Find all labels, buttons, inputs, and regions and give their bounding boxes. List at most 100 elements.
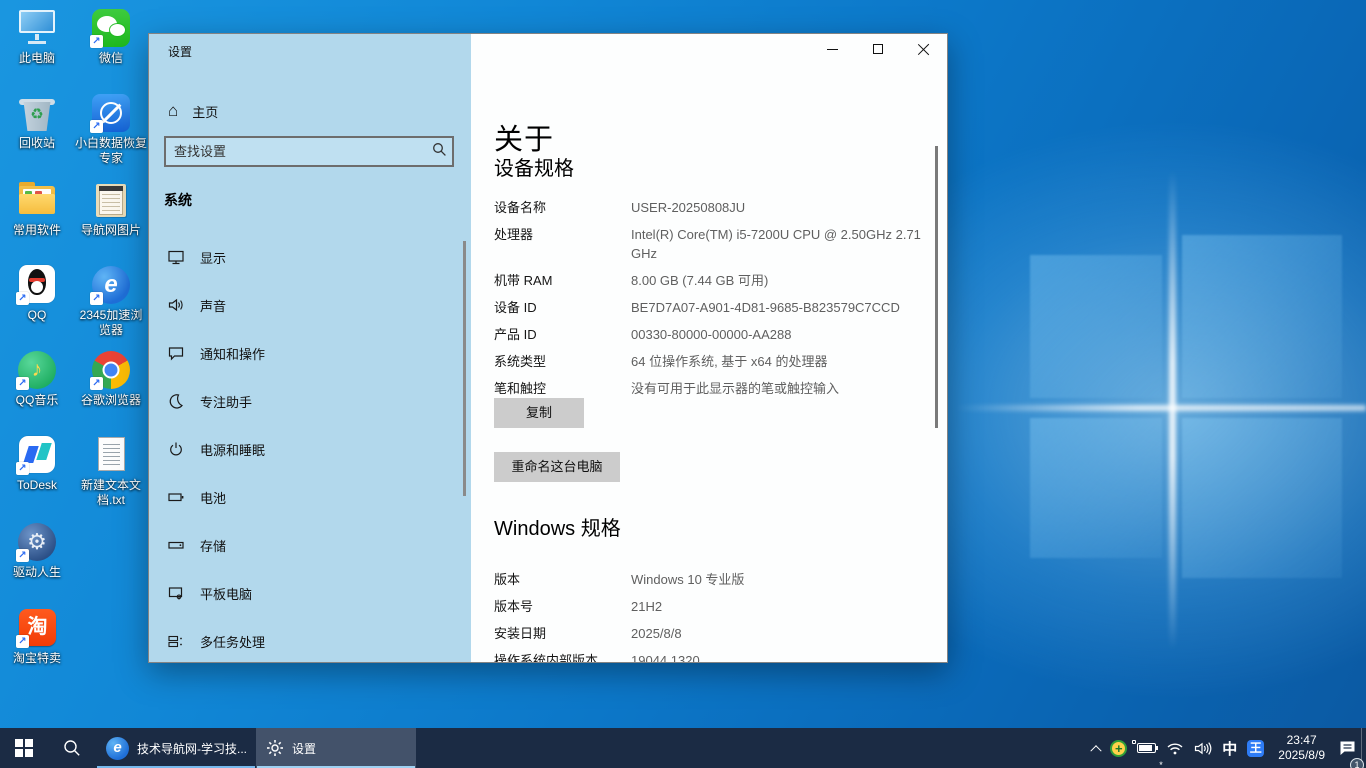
clock-time: 23:47: [1278, 733, 1325, 748]
desktop-icon-chrome[interactable]: ↗ 谷歌浏览器: [74, 350, 148, 408]
spec-value: 64 位操作系统, 基于 x64 的处理器: [631, 352, 827, 371]
taskbar-app-label: 技术导航网-学习技...: [137, 740, 246, 757]
desktop-icon-label: 导航网图片: [74, 223, 148, 238]
notification-bubble-icon: [168, 345, 184, 361]
taskbar-app-browser[interactable]: e 技术导航网-学习技...: [96, 728, 256, 768]
spec-value: 00330-80000-00000-AA288: [631, 325, 791, 344]
taobao-icon: 淘↗: [15, 608, 59, 648]
desktop-icon-2345-browser[interactable]: e↗ 2345加速浏览器: [74, 265, 148, 338]
desktop-icon-text-file[interactable]: 新建文本文档.txt: [74, 435, 148, 508]
desktop-icon-label: 驱动人生: [0, 565, 74, 580]
spec-value: 2025/8/8: [631, 624, 682, 643]
desktop-icon-data-recovery[interactable]: ↗ 小白数据恢复专家: [74, 93, 148, 166]
desktop-icon-label: 小白数据恢复专家: [74, 136, 148, 166]
spec-label: 设备名称: [494, 198, 631, 217]
sidebar-item-focus-assist[interactable]: 专注助手: [149, 377, 471, 425]
rename-pc-button[interactable]: 重命名这台电脑: [494, 452, 620, 482]
sidebar-item-multitasking[interactable]: 多任务处理: [149, 617, 471, 663]
tray-volume-button[interactable]: [1189, 728, 1217, 768]
desktop-icon-todesk[interactable]: ↗ ToDesk: [0, 435, 74, 493]
sidebar-item-label: 专注助手: [200, 392, 252, 411]
wifi-icon: [1166, 741, 1184, 756]
tray-chevron-button[interactable]: [1087, 728, 1105, 768]
tray-battery-button[interactable]: [1132, 728, 1161, 768]
close-button[interactable]: [901, 34, 947, 64]
recycle-bin-icon: ♻: [15, 93, 59, 133]
desktop-icon-driver[interactable]: ⚙↗ 驱动人生: [0, 522, 74, 580]
sidebar-scrollbar[interactable]: [463, 241, 466, 496]
start-button[interactable]: [0, 728, 48, 768]
desktop-icon-label: 此电脑: [0, 51, 74, 66]
wallpaper-beam: [955, 405, 1366, 411]
minimize-icon: [827, 49, 838, 50]
spec-label: 版本号: [494, 597, 631, 616]
shortcut-arrow-icon: ↗: [90, 120, 103, 133]
tray-wang-app-button[interactable]: 王: [1242, 728, 1269, 768]
action-center-button[interactable]: 1: [1334, 728, 1361, 768]
taskbar-spacer: [416, 728, 1087, 768]
wallpaper-pane: [1030, 418, 1162, 558]
device-spec-rows: 设备名称USER-20250808JU 处理器Intel(R) Core(TM)…: [494, 198, 934, 406]
settings-sidebar: 设置 ⌂ 主页 系统 显示 声音 通知和操作: [149, 34, 471, 662]
wang-blue-icon: 王: [1247, 740, 1264, 757]
desktop-icon-recycle-bin[interactable]: ♻ 回收站: [0, 93, 74, 151]
sidebar-item-sound[interactable]: 声音: [149, 281, 471, 329]
tray-antivirus-button[interactable]: +: [1105, 728, 1132, 768]
desktop-icon-qq-music[interactable]: ♪↗ QQ音乐: [0, 350, 74, 408]
spec-value: 8.00 GB (7.44 GB 可用): [631, 271, 768, 290]
browser-2345-icon: e↗: [89, 265, 133, 305]
shortcut-arrow-icon: ↗: [16, 549, 29, 562]
desktop-icon-wechat[interactable]: ↗ 微信: [74, 8, 148, 66]
search-input[interactable]: [166, 144, 426, 159]
clock-date: 2025/8/9: [1278, 748, 1325, 763]
sidebar-item-home[interactable]: ⌂ 主页: [168, 96, 438, 126]
sidebar-item-label: 平板电脑: [200, 584, 252, 603]
desktop-icon-label: 谷歌浏览器: [74, 393, 148, 408]
desktop-icon-label: QQ: [0, 308, 74, 323]
spec-row: 笔和触控没有可用于此显示器的笔或触控输入: [494, 379, 934, 398]
sound-speaker-icon: [168, 297, 184, 313]
search-icon[interactable]: [426, 142, 452, 162]
taskbar-app-settings[interactable]: 设置: [256, 728, 416, 768]
spec-row: 设备 IDBE7D7A07-A901-4D81-9685-B823579C7CC…: [494, 298, 934, 317]
green-plus-icon: +: [1110, 740, 1127, 757]
sidebar-item-power-sleep[interactable]: 电源和睡眠: [149, 425, 471, 473]
sidebar-item-battery[interactable]: 电池: [149, 473, 471, 521]
taskbar-search-button[interactable]: [48, 728, 96, 768]
spec-value: Intel(R) Core(TM) i5-7200U CPU @ 2.50GHz…: [631, 225, 934, 263]
sidebar-item-storage[interactable]: 存储: [149, 521, 471, 569]
battery-charging-icon: [1137, 743, 1156, 753]
sidebar-item-tablet[interactable]: 平板电脑: [149, 569, 471, 617]
device-spec-heading: 设备规格: [494, 152, 574, 181]
tray-ime-button[interactable]: 中: [1217, 728, 1242, 768]
maximize-button[interactable]: [855, 34, 901, 64]
sidebar-item-display[interactable]: 显示: [149, 233, 471, 281]
desktop-icon-nav-pictures[interactable]: 导航网图片: [74, 180, 148, 238]
desktop-icon-qq[interactable]: ↗ QQ: [0, 265, 74, 323]
sidebar-item-label: 电池: [200, 488, 226, 507]
minimize-button[interactable]: [809, 34, 855, 64]
volume-icon: [1194, 741, 1212, 756]
settings-search-box[interactable]: [164, 136, 454, 167]
taskbar: e 技术导航网-学习技... 设置 +: [0, 728, 1366, 768]
spec-label: 安装日期: [494, 624, 631, 643]
desktop-icon-this-pc[interactable]: 此电脑: [0, 8, 74, 66]
shortcut-arrow-icon: ↗: [16, 462, 29, 475]
desktop-icon-label: ToDesk: [0, 478, 74, 493]
taskbar-clock[interactable]: 23:472025/8/9: [1269, 728, 1334, 768]
desktop-icon-taobao[interactable]: 淘↗ 淘宝特卖: [0, 608, 74, 666]
sidebar-item-label: 多任务处理: [200, 632, 265, 651]
sidebar-item-notifications[interactable]: 通知和操作: [149, 329, 471, 377]
shortcut-arrow-icon: ↗: [90, 292, 103, 305]
desktop-icon-common-software[interactable]: 常用软件: [0, 180, 74, 238]
settings-window: 设置 ⌂ 主页 系统 显示 声音 通知和操作: [148, 33, 948, 663]
browser-2345-icon: e: [106, 737, 129, 760]
qq-music-icon: ♪↗: [15, 350, 59, 390]
sidebar-item-label: 显示: [200, 248, 226, 267]
this-pc-icon: [15, 8, 59, 48]
content-scrollbar[interactable]: [935, 146, 938, 428]
spec-value: Windows 10 专业版: [631, 570, 744, 589]
shortcut-arrow-icon: ↗: [16, 292, 29, 305]
tray-wifi-button[interactable]: *: [1161, 728, 1189, 768]
copy-button[interactable]: 复制: [494, 398, 584, 428]
